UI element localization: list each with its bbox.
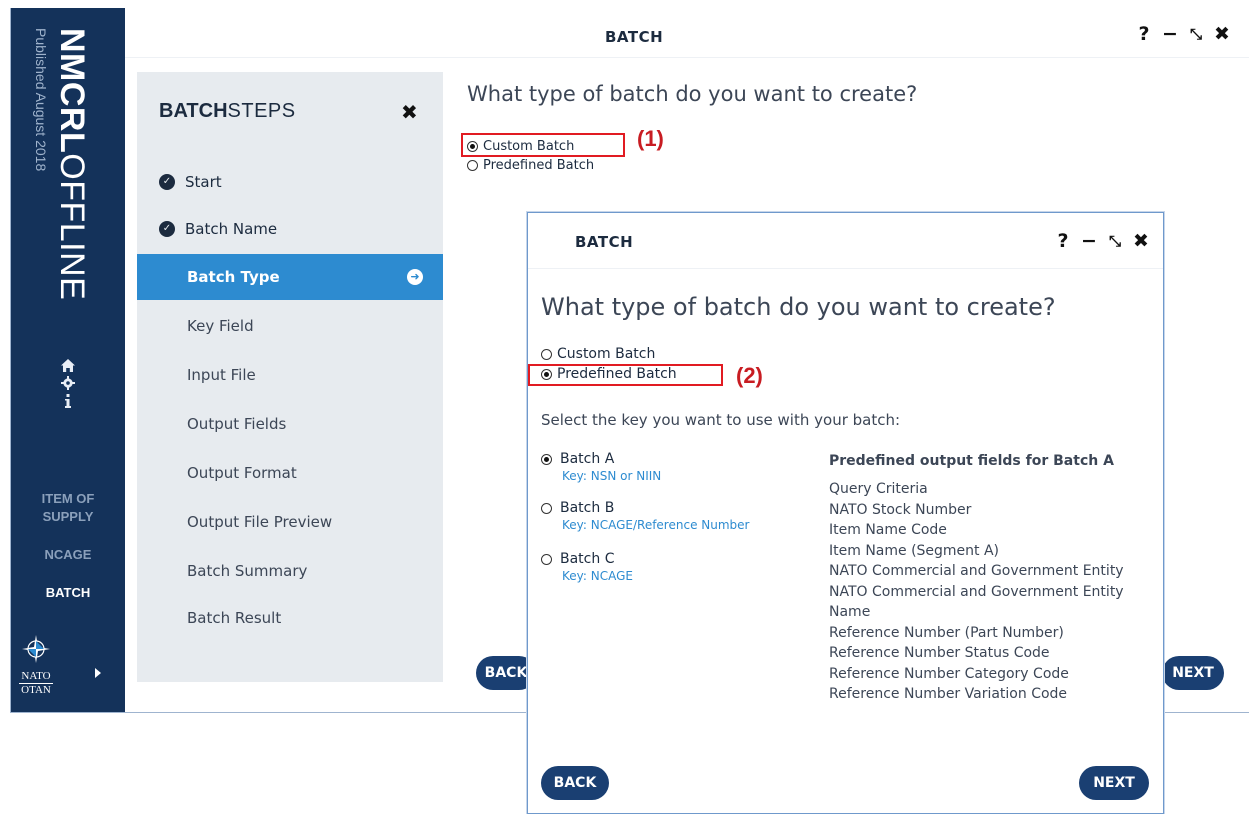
dialog-next-button[interactable]: NEXT [1079,766,1149,800]
highlight-box [528,364,723,386]
step-label: Output Format [187,464,297,482]
step-label: Batch Type [187,268,280,286]
output-field: NATO Stock Number [829,501,972,518]
nav-ncage[interactable]: NCAGE [11,546,125,564]
step-label: Start [185,173,222,191]
step-batch-name[interactable]: ✓ Batch Name [137,206,443,252]
radio-unselected-icon[interactable] [541,554,552,565]
published-date: Published August 2018 [33,28,49,172]
output-field: Item Name Code [829,522,947,538]
restore-icon[interactable]: ⤡ [1188,24,1204,44]
step-label: Input File [187,366,256,384]
window-controls: ? − ⤡ ✖ [1136,24,1230,44]
highlight-box [461,133,625,157]
radio-unselected-icon[interactable] [541,503,552,514]
batch-steps-panel: BATCHSTEPS ✖ ✓ Start ✓ Batch Name Batch … [137,72,443,682]
step-label: Key Field [187,317,254,335]
app-title: NMCRLOFFLINE [53,28,91,301]
step-label: Output File Preview [187,513,333,531]
window-title: BATCH [605,28,664,46]
minimize-icon[interactable]: − [1081,231,1097,251]
next-button[interactable]: NEXT [1162,656,1224,690]
batch-option-a[interactable]: Batch A Key: NSN or NIIN [541,451,661,484]
batch-type-question: What type of batch do you want to create… [467,82,918,106]
nav-batch[interactable]: BATCH [11,584,125,602]
output-field: Reference Number Category Code [829,665,1069,682]
step-batch-summary[interactable]: Batch Summary [137,548,443,594]
step-output-fields[interactable]: Output Fields [137,401,443,447]
step-batch-type[interactable]: Batch Type ➜ [137,254,443,300]
dialog-window-controls: ? − ⤡ ✖ [1055,231,1149,251]
close-steps-icon[interactable]: ✖ [401,100,418,124]
info-icon[interactable] [58,394,78,410]
rail-icon-group [11,358,125,412]
callout-label: (1) [637,126,664,151]
dialog-title: BATCH [575,233,634,251]
batch-key: Key: NSN or NIIN [562,469,662,483]
batch-dialog: BATCH ? − ⤡ ✖ What type of batch do you … [527,212,1164,814]
dialog-divider [528,268,1163,269]
expand-arrow-icon[interactable] [95,668,101,678]
key-question: Select the key you want to use with your… [541,411,901,429]
output-field: NATO Commercial and Government Entity Na… [829,583,1124,621]
output-field: Reference Number Variation Code [829,686,1068,702]
app-sidebar: NMCRLOFFLINE Published August 2018 ITEM … [11,8,125,712]
radio-unselected-icon[interactable] [467,160,478,171]
rail-nav: ITEM OF SUPPLY NCAGE BATCH [11,490,125,622]
batch-option-c[interactable]: Batch C Key: NCAGE [541,551,633,584]
brand: NMCRLOFFLINE Published August 2018 [25,28,115,348]
dialog-question: What type of batch do you want to create… [541,293,1056,321]
output-field: Query Criteria [829,481,928,497]
check-icon: ✓ [159,174,175,190]
step-output-file-preview[interactable]: Output File Preview [137,499,443,545]
dialog-back-button[interactable]: BACK [541,766,609,800]
minimize-icon[interactable]: − [1162,24,1178,44]
output-field: Reference Number Status Code [829,645,1050,661]
step-output-format[interactable]: Output Format [137,450,443,496]
help-icon[interactable]: ? [1055,231,1071,251]
radio-predefined-batch[interactable]: Predefined Batch [467,158,594,173]
nav-item-of-supply[interactable]: ITEM OF SUPPLY [33,490,103,526]
output-field: Reference Number (Part Number) [829,624,1064,641]
home-icon[interactable] [58,358,78,374]
output-fields-heading: Predefined output fields for Batch A [829,453,1114,469]
title-bar: BATCH ? − ⤡ ✖ [125,8,1249,58]
steps-header: BATCHSTEPS [159,100,296,122]
radio-unselected-icon[interactable] [541,349,552,360]
check-icon: ✓ [159,221,175,237]
close-icon[interactable]: ✖ [1133,231,1149,251]
radio-label: Custom Batch [557,346,656,362]
help-icon[interactable]: ? [1136,24,1152,44]
step-label: Batch Summary [187,562,308,580]
radio-custom-batch[interactable]: Custom Batch [541,347,655,362]
close-icon[interactable]: ✖ [1214,24,1230,44]
step-label: Output Fields [187,415,287,433]
output-field: NATO Commercial and Government Entity [829,563,1124,579]
step-label: Batch Result [187,609,282,627]
step-batch-result[interactable]: Batch Result [137,595,443,641]
radio-label: Predefined Batch [483,158,595,173]
nato-logo-text: NATO OTAN [19,670,53,697]
output-fields-list: Query Criteria NATO Stock Number Item Na… [829,479,1159,705]
batch-name: Batch B [560,500,615,516]
batch-option-b[interactable]: Batch B Key: NCAGE/Reference Number [541,500,749,533]
batch-key: Key: NCAGE [562,569,633,583]
gear-icon[interactable] [58,376,78,392]
step-input-file[interactable]: Input File [137,352,443,398]
callout-label: (2) [736,363,763,388]
output-field: Item Name (Segment A) [829,542,1000,559]
restore-icon[interactable]: ⤡ [1107,231,1123,251]
step-key-field[interactable]: Key Field [137,303,443,349]
batch-key: Key: NCAGE/Reference Number [562,518,750,532]
step-start[interactable]: ✓ Start [137,159,443,205]
batch-name: Batch C [560,551,615,567]
step-label: Batch Name [185,220,278,238]
radio-selected-icon[interactable] [541,454,552,465]
arrow-right-icon: ➜ [407,269,423,285]
batch-name: Batch A [560,451,615,467]
